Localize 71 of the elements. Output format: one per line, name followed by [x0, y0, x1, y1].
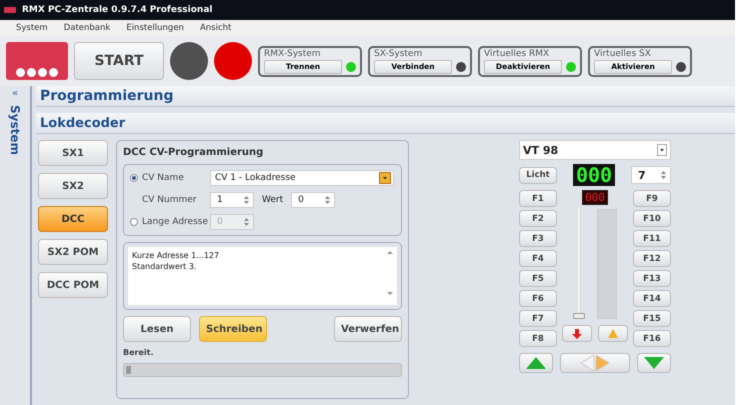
loco-dropdown[interactable]: VT 98: [519, 140, 671, 160]
mode-button[interactable]: SX1: [38, 140, 108, 166]
mode-button[interactable]: DCC POM: [38, 272, 108, 298]
emergency-button[interactable]: [598, 325, 628, 342]
section-header: Programmierung: [36, 86, 735, 107]
menu-item[interactable]: Ansicht: [200, 23, 232, 33]
stop-button[interactable]: [562, 325, 592, 342]
field-label: CV Nummer: [141, 195, 198, 205]
function-button[interactable]: F15: [633, 310, 671, 327]
mode-button[interactable]: DCC: [38, 206, 108, 232]
radio-label: CV Name: [142, 173, 184, 183]
cv-dropdown[interactable]: CV 1 - Lokadresse: [210, 170, 394, 186]
mode-button[interactable]: SX2 POM: [38, 239, 108, 265]
menu-item[interactable]: Einstellungen: [126, 23, 184, 33]
function-button[interactable]: F7: [519, 310, 557, 327]
scrollbar-arrows-icon[interactable]: [387, 250, 393, 296]
panel-title: Virtuelles RMX: [484, 48, 550, 58]
function-button[interactable]: F11: [633, 230, 671, 247]
action-button[interactable]: Lesen: [123, 316, 191, 342]
spin-field[interactable]: 0: [291, 192, 336, 208]
action-button[interactable]: Verwerfen: [334, 316, 402, 342]
status-text: Bereit.: [123, 348, 154, 357]
function-button[interactable]: F8: [519, 330, 557, 347]
sidebar-label[interactable]: System: [8, 105, 22, 155]
window-title: RMX PC-Zentrale 0.9.7.4 Professional: [22, 5, 212, 15]
function-button[interactable]: F4: [519, 250, 557, 267]
warning-icon: [608, 329, 618, 338]
function-button[interactable]: F5: [519, 270, 557, 287]
radio-label: Lange Adresse: [142, 217, 208, 227]
down-arrow-icon: [572, 328, 582, 338]
function-button[interactable]: F6: [519, 290, 557, 307]
function-button[interactable]: F13: [633, 270, 671, 287]
subsection-header: Lokdecoder: [36, 113, 735, 134]
panel-title: Virtuelles SX: [594, 48, 652, 58]
function-button[interactable]: F14: [633, 290, 671, 307]
collapse-button[interactable]: «: [12, 88, 18, 99]
field-label: Wert: [262, 195, 284, 205]
slider-thumb[interactable]: [573, 313, 585, 319]
spinner-arrows-icon[interactable]: [324, 195, 332, 205]
description-text-area[interactable]: Kurze Adresse 1...127 Standardwert 3.: [128, 247, 397, 305]
function-button[interactable]: F9: [633, 190, 671, 207]
slower-button[interactable]: [637, 353, 671, 373]
logo-icon: [6, 42, 68, 80]
up-arrow-icon: [526, 357, 546, 369]
faster-button[interactable]: [519, 353, 553, 373]
panel-title: SX-System: [374, 48, 424, 58]
function-button[interactable]: F16: [633, 330, 671, 347]
spinner-arrows-icon[interactable]: [243, 195, 250, 205]
mode-button[interactable]: SX2: [38, 173, 108, 199]
function-button[interactable]: F2: [519, 210, 557, 227]
speed-display: 000: [572, 164, 616, 186]
panel-title: DCC CV-Programmierung: [123, 147, 264, 158]
down-arrow-icon: [644, 357, 664, 369]
radio-button[interactable]: [130, 174, 138, 182]
action-button[interactable]: Schreiben: [199, 316, 267, 342]
menu-item[interactable]: Datenbank: [64, 23, 110, 33]
app-logo-icon: [4, 7, 16, 13]
start-button[interactable]: START: [74, 42, 164, 80]
function-button[interactable]: F10: [633, 210, 671, 227]
spin-field[interactable]: 7: [631, 166, 671, 184]
function-button[interactable]: F3: [519, 230, 557, 247]
spin-field[interactable]: 1: [210, 192, 254, 208]
function-button[interactable]: F12: [633, 250, 671, 267]
direction-arrows-icon: [579, 355, 611, 371]
menu-item[interactable]: System: [16, 23, 48, 33]
step-display: 000: [582, 190, 608, 205]
light-button[interactable]: Licht: [519, 166, 557, 184]
direction-button[interactable]: [560, 353, 630, 373]
function-button[interactable]: F1: [519, 190, 557, 207]
spinner-arrows-icon[interactable]: [660, 170, 667, 180]
panel-title: RMX-System: [264, 48, 322, 58]
